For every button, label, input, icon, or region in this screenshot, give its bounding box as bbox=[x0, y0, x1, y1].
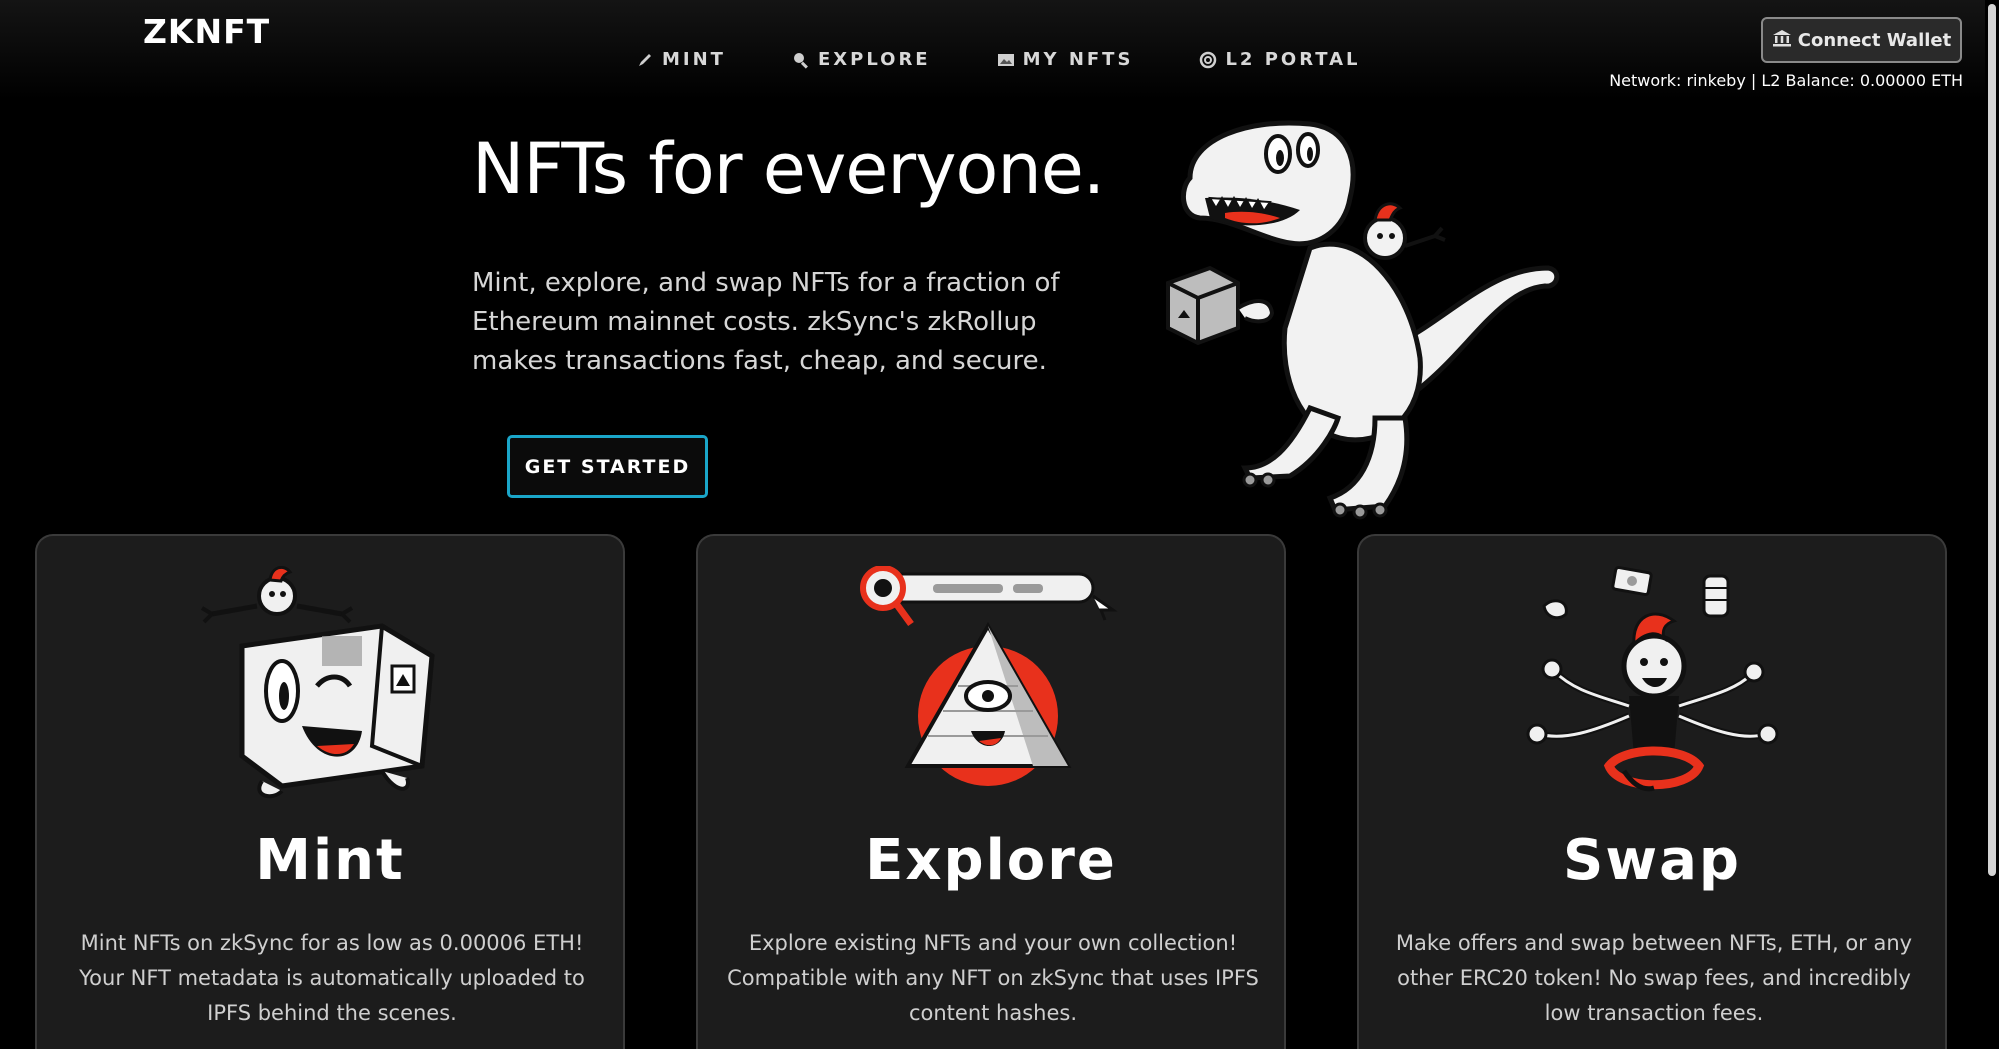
site-logo[interactable]: ZKNFT bbox=[143, 12, 270, 51]
hero-title: NFTs for everyone. bbox=[472, 128, 1105, 210]
nav-item-mint[interactable]: MINT bbox=[636, 49, 726, 70]
page-scrollbar[interactable] bbox=[1985, 0, 1999, 1049]
pencil-icon bbox=[636, 51, 654, 69]
feature-card-mint[interactable]: Mint Mint NFTs on zkSync for as low as 0… bbox=[35, 534, 625, 1049]
nav-item-label: L2 PORTAL bbox=[1225, 49, 1361, 70]
feature-description: Mint NFTs on zkSync for as low as 0.0000… bbox=[79, 931, 585, 1025]
feature-title: Mint bbox=[255, 828, 405, 893]
hero-description: Mint, explore, and swap NFTs for a fract… bbox=[472, 268, 1060, 376]
bank-icon bbox=[1772, 29, 1792, 52]
connect-wallet-label: Connect Wallet bbox=[1797, 29, 1952, 51]
scrollbar-thumb[interactable] bbox=[1988, 4, 1996, 876]
network-status: Network: rinkeby | L2 Balance: 0.00000 E… bbox=[1609, 71, 1963, 90]
top-bar: ZKNFT MINT EXPLORE MY NFTS L2 PORTAL Con… bbox=[0, 0, 1999, 100]
mint-box-illustration bbox=[182, 565, 482, 806]
nav-item-my-nfts[interactable]: MY NFTS bbox=[997, 49, 1134, 70]
nav-item-explore[interactable]: EXPLORE bbox=[792, 49, 931, 70]
feature-card-explore[interactable]: Explore Explore existing NFTs and your o… bbox=[696, 534, 1286, 1049]
main-nav: MINT EXPLORE MY NFTS L2 PORTAL bbox=[636, 49, 1427, 70]
nav-item-label: MY NFTS bbox=[1022, 49, 1134, 70]
feature-cards: Mint Mint NFTs on zkSync for as low as 0… bbox=[35, 534, 1947, 1049]
nav-item-l2-portal[interactable]: L2 PORTAL bbox=[1199, 49, 1360, 70]
feature-description: Explore existing NFTs and your own colle… bbox=[727, 931, 1259, 1025]
nav-item-label: EXPLORE bbox=[817, 49, 931, 70]
feature-card-swap[interactable]: Swap Make offers and swap between NFTs, … bbox=[1357, 534, 1947, 1049]
nav-item-label: MINT bbox=[662, 49, 726, 70]
magnifier-icon bbox=[792, 51, 810, 69]
feature-description: Make offers and swap between NFTs, ETH, … bbox=[1395, 931, 1913, 1025]
get-started-button[interactable]: GET STARTED bbox=[507, 435, 708, 498]
swap-juggler-illustration bbox=[1504, 566, 1804, 806]
dinosaur-illustration bbox=[1160, 118, 1580, 528]
connect-wallet-button[interactable]: Connect Wallet bbox=[1761, 17, 1962, 63]
portal-icon bbox=[1199, 51, 1217, 69]
picture-icon bbox=[997, 51, 1015, 69]
feature-title: Swap bbox=[1563, 828, 1741, 893]
feature-title: Explore bbox=[865, 828, 1117, 893]
explore-pyramid-illustration bbox=[843, 565, 1143, 806]
